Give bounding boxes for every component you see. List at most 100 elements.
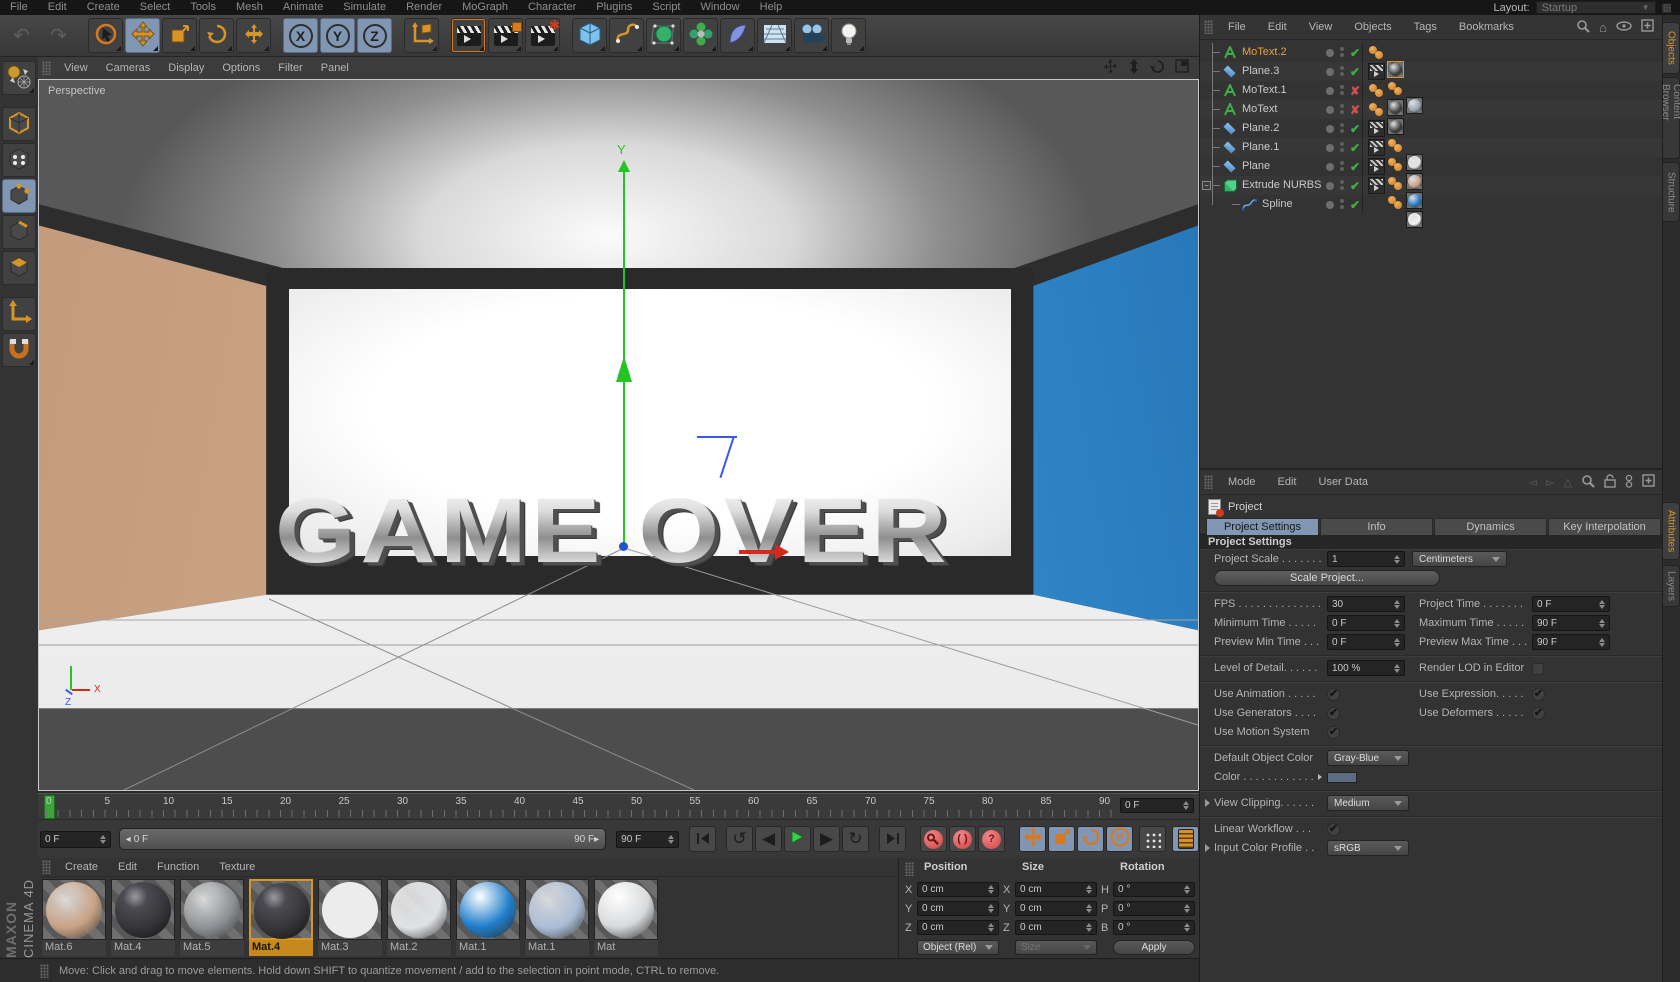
tab-key-interpolation[interactable]: Key Interpolation [1548, 518, 1661, 535]
layer-dot[interactable] [1326, 49, 1334, 57]
attr-menu-mode[interactable]: Mode [1217, 476, 1267, 488]
render-tag[interactable] [1368, 139, 1385, 156]
layer-dot[interactable] [1326, 106, 1334, 114]
deformer-button[interactable] [720, 18, 755, 53]
object-row[interactable]: Plane.1✔ [1200, 138, 1662, 157]
rotate-view-button[interactable] [1150, 59, 1165, 77]
layout-lock-icon[interactable]: ▦ [1662, 1, 1672, 14]
layer-dot[interactable] [1326, 182, 1334, 190]
material-item[interactable]: Mat.2 [387, 879, 451, 956]
checkbox-checked[interactable]: ✔ [1327, 726, 1340, 739]
attribute-field[interactable]: 0 F [1327, 634, 1405, 650]
autokey-button[interactable]: ( ) [949, 826, 976, 852]
viewport-menu-view[interactable]: View [55, 57, 97, 79]
menubar-item-help[interactable]: Help [750, 0, 793, 15]
visibility-toggles[interactable] [1340, 123, 1344, 133]
object-row[interactable]: Plane.3✔ [1200, 62, 1662, 81]
checkbox-unchecked[interactable] [1532, 663, 1544, 675]
search-button[interactable] [1581, 474, 1595, 491]
material-item[interactable]: Mat.4 [249, 879, 313, 956]
layer-dot[interactable] [1326, 125, 1334, 133]
menubar-item-plugins[interactable]: Plugins [586, 0, 642, 15]
material-item[interactable]: Mat.6 [42, 879, 106, 956]
viewport-menu-display[interactable]: Display [159, 57, 213, 79]
go-end-button[interactable] [879, 826, 906, 852]
size-mode-dropdown[interactable]: Size [1015, 940, 1097, 955]
expander-toggle[interactable]: − [1202, 181, 1211, 190]
om-menu-tags[interactable]: Tags [1403, 21, 1448, 33]
om-menu-file[interactable]: File [1217, 21, 1257, 33]
menubar-item-tools[interactable]: Tools [180, 0, 226, 15]
object-label[interactable]: MoText.2 [1242, 46, 1287, 58]
viewport-menu-filter[interactable]: Filter [269, 57, 311, 79]
layer-dot[interactable] [1326, 201, 1334, 209]
camera-label[interactable]: Perspective [48, 85, 105, 97]
object-label[interactable]: MoText.1 [1242, 84, 1287, 96]
phong-tag[interactable] [1368, 44, 1385, 61]
object-label[interactable]: Plane [1242, 160, 1270, 172]
mograph-button[interactable] [683, 18, 718, 53]
visibility-toggles[interactable] [1340, 142, 1344, 152]
om-menu-objects[interactable]: Objects [1343, 21, 1402, 33]
axis-mode-button[interactable] [2, 297, 36, 331]
move-button[interactable] [125, 18, 160, 53]
visibility-toggles[interactable] [1340, 199, 1344, 209]
end-frame-field[interactable]: 90 F [616, 831, 679, 848]
panel-grip[interactable] [1204, 475, 1213, 489]
scale-button[interactable] [162, 18, 197, 53]
object-label[interactable]: Spline [1262, 198, 1293, 210]
material-item[interactable]: Mat [594, 879, 658, 956]
attribute-dropdown[interactable]: sRGB [1327, 840, 1409, 856]
color-expand-icon[interactable] [1318, 774, 1322, 780]
object-label[interactable]: Plane.1 [1242, 141, 1279, 153]
panel-grip[interactable] [40, 964, 49, 978]
back-button[interactable]: ◅ [1529, 476, 1537, 489]
history-button[interactable] [1625, 474, 1633, 491]
object-label[interactable]: Plane.2 [1242, 122, 1279, 134]
play-reverse-button[interactable]: ↺ [726, 826, 753, 852]
ruler-current-frame-field[interactable]: 0 F [1120, 798, 1194, 813]
menubar-item-select[interactable]: Select [130, 0, 181, 15]
tab-info[interactable]: Info [1320, 518, 1433, 535]
texture-mode-button[interactable] [2, 143, 36, 177]
coords-field[interactable]: 0 ° [1113, 901, 1195, 916]
x-axis-handle[interactable] [739, 550, 777, 554]
object-row[interactable]: MoText.1✘ [1200, 81, 1662, 100]
material-menu-edit[interactable]: Edit [108, 861, 147, 873]
menubar-item-mograph[interactable]: MoGraph [452, 0, 518, 15]
camera-button[interactable] [794, 18, 829, 53]
menubar-item-animate[interactable]: Animate [273, 0, 333, 15]
timeline-window-button[interactable] [1172, 826, 1199, 852]
side-tab-layers[interactable]: Layers [1663, 565, 1680, 607]
menubar-item-character[interactable]: Character [518, 0, 586, 15]
panel-grip[interactable] [42, 61, 51, 75]
edges-mode-button[interactable] [2, 215, 36, 249]
menubar-item-script[interactable]: Script [642, 0, 690, 15]
menubar-item-mesh[interactable]: Mesh [226, 0, 273, 15]
search-button[interactable] [1576, 19, 1590, 36]
visibility-toggles[interactable] [1340, 47, 1344, 57]
coords-field[interactable]: 0 cm [917, 882, 999, 897]
enable-toggle[interactable]: ✔ [1350, 198, 1360, 212]
enable-toggle[interactable]: ✔ [1350, 65, 1360, 79]
key-rotation-button[interactable] [1077, 826, 1104, 852]
toggle-view-button[interactable] [1175, 59, 1189, 77]
range-right-arrow[interactable]: ▸ [594, 834, 599, 845]
attr-menu-user-data[interactable]: User Data [1308, 476, 1380, 488]
model-mode-button[interactable] [2, 107, 36, 141]
spline-button[interactable] [609, 18, 644, 53]
menubar-item-create[interactable]: Create [77, 0, 130, 15]
scale-project-button[interactable]: Scale Project... [1214, 570, 1440, 586]
panel-grip[interactable] [905, 862, 914, 876]
menubar-item-file[interactable]: File [0, 0, 38, 15]
render-settings-button[interactable]: ✱ [525, 18, 560, 53]
visibility-toggles[interactable] [1340, 161, 1344, 171]
object-label[interactable]: MoText [1242, 103, 1277, 115]
attribute-field[interactable]: 90 F [1532, 615, 1610, 631]
viewport-canvas[interactable]: GAME OVER Y Perspective X Z [38, 79, 1199, 791]
attribute-dropdown[interactable]: Centimeters [1412, 551, 1507, 567]
attribute-field[interactable]: 100 % [1327, 660, 1405, 676]
visibility-toggles[interactable] [1340, 180, 1344, 190]
home-button[interactable]: ⌂ [1599, 20, 1607, 35]
expand-arrow-icon[interactable] [1205, 844, 1210, 852]
